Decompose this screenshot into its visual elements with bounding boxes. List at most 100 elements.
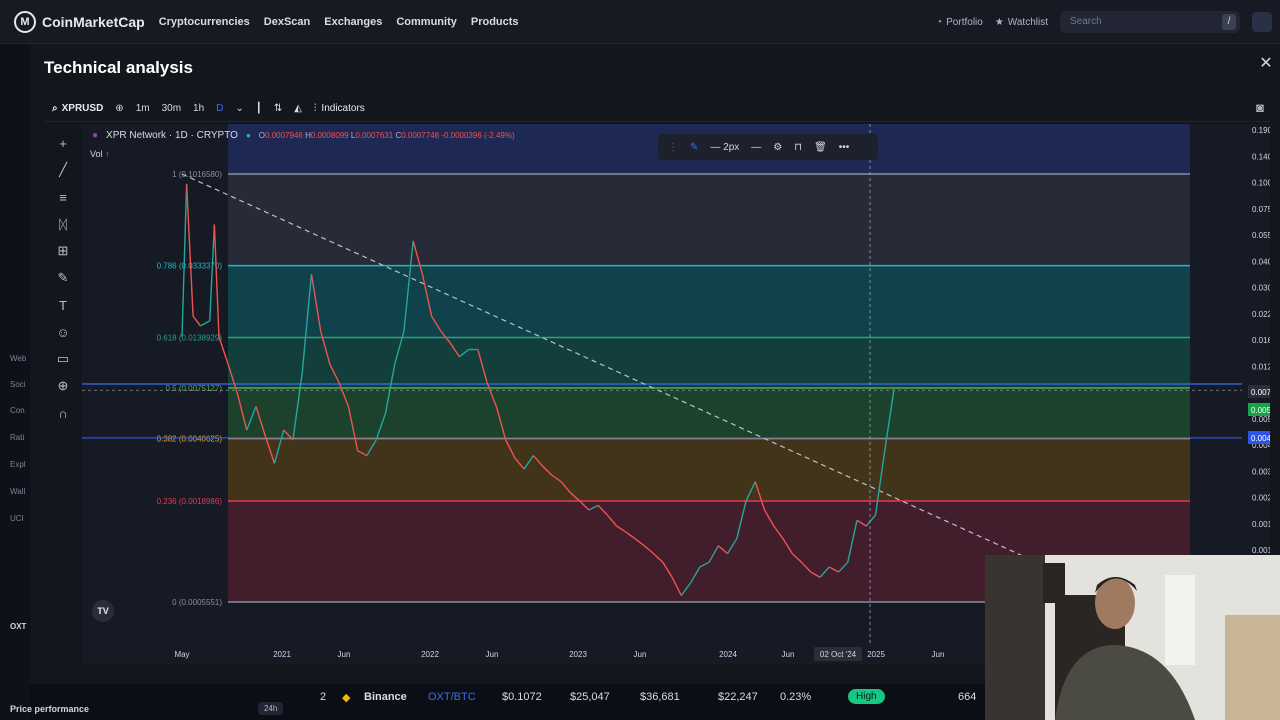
ruler-icon[interactable]: ▭	[54, 350, 72, 368]
menu-button[interactable]	[1252, 12, 1272, 32]
close-icon[interactable]: ✕	[1256, 54, 1276, 74]
nav-link-cryptocurrencies[interactable]: Cryptocurrencies	[159, 16, 250, 28]
bg-sidebar-item: Expl	[10, 460, 26, 469]
camera-icon[interactable]: ◙	[1256, 100, 1264, 115]
brush-icon[interactable]: ✎	[54, 269, 72, 287]
row-volume: $22,247	[718, 691, 758, 703]
range-select[interactable]: 24h	[258, 702, 284, 715]
symbol-search[interactable]: ⌕ XPRUSD	[52, 103, 103, 114]
x-tick-label: 2023	[569, 650, 587, 659]
search-shortcut: /	[1222, 14, 1236, 30]
y-tick-label: 0.1000000	[1252, 179, 1270, 188]
y-tick-label: 0.1900000	[1252, 126, 1270, 135]
pencil-icon[interactable]: ✎	[690, 142, 698, 153]
x-tick-label: 2024	[719, 650, 737, 659]
line-style-icon[interactable]: —	[751, 142, 761, 153]
timeframe-d[interactable]: D	[216, 103, 223, 114]
y-tick-label: 0.0120000	[1252, 362, 1270, 371]
x-tick-label: 2021	[273, 650, 291, 659]
symbol-label: XPRUSD	[61, 103, 104, 114]
x-tick-label: Jun	[782, 650, 795, 659]
portfolio-link[interactable]: ◔ Portfolio	[936, 17, 983, 28]
x-tick-label: Jun	[486, 650, 499, 659]
webcam-image	[985, 555, 1280, 720]
x-tick-label: 2022	[421, 650, 439, 659]
y-tick-label: 0.0025000	[1252, 494, 1270, 503]
fib-level-label: 0.5 (0.0075127)	[166, 384, 223, 393]
drag-handle-icon[interactable]: ⋮	[668, 142, 678, 153]
bg-sidebar-item: Soci	[10, 380, 26, 389]
price-label: 0.0040921	[1251, 434, 1270, 443]
liquidity-badge: High	[848, 689, 885, 704]
fib-level-label: 1 (0.1016580)	[172, 170, 222, 179]
search-input[interactable]: Search /	[1060, 11, 1240, 33]
price-performance-heading: Price performance	[10, 704, 90, 714]
timeframe-1m[interactable]: 1m	[136, 103, 150, 114]
x-tick-label: Jun	[634, 650, 647, 659]
x-tick-label: 02 Oct '24	[820, 650, 857, 659]
x-tick-label: May	[174, 650, 189, 659]
add-symbol-icon[interactable]: ⊕	[115, 103, 123, 114]
tradingview-logo-icon[interactable]: TV	[92, 600, 114, 622]
indicators-button[interactable]: ⫶ Indicators	[314, 103, 365, 114]
y-tick-label: 0.1400000	[1252, 152, 1270, 161]
timeframe-1h[interactable]: 1h	[193, 103, 204, 114]
binance-logo-icon: ◆	[342, 691, 351, 704]
settings-icon[interactable]: ⚙	[773, 142, 782, 153]
zoom-in-icon[interactable]: ⊕	[54, 377, 72, 395]
area-chart-icon[interactable]: ◭	[294, 103, 302, 114]
compare-icon[interactable]: ⇅	[274, 103, 282, 114]
market-status-icon: ●	[245, 131, 251, 140]
trendline-icon[interactable]: ╱	[54, 161, 72, 179]
y-tick-label: 0.0300000	[1252, 284, 1270, 293]
symbol-logo-icon: ●	[92, 130, 99, 141]
nav-link-community[interactable]: Community	[396, 16, 457, 28]
nav-link-dexscan[interactable]: DexScan	[264, 16, 310, 28]
more-icon[interactable]: •••	[839, 142, 850, 153]
ohlc-high: 0.0008099	[310, 131, 349, 140]
y-tick-label: 0.0160000	[1252, 336, 1270, 345]
fib-tool-icon[interactable]: ≡	[54, 188, 72, 206]
chart-toolbar: ⌕ XPRUSD ⊕ 1m 30m 1h D ⌄ ┃ ⇅ ◭ ⫶ Indicator…	[44, 96, 1270, 122]
lock-icon[interactable]: ⊓	[794, 142, 802, 153]
line-width-button[interactable]: — 2px	[710, 142, 739, 153]
fib-level-label: 0.236 (0.0018986)	[157, 497, 223, 506]
y-tick-label: 0.0550000	[1252, 231, 1270, 240]
candle-type-icon[interactable]: ┃	[256, 103, 262, 114]
volume-label: Vol ↑	[90, 149, 110, 159]
magnet-icon[interactable]: ∩	[54, 404, 72, 422]
watchlist-label: Watchlist	[1007, 16, 1048, 28]
nav-right: ◔ Portfolio ★ Watchlist Search /	[936, 0, 1272, 44]
y-tick-label: 0.0220000	[1252, 310, 1270, 319]
ohlc-open: 0.0007946	[265, 131, 303, 140]
watchlist-link[interactable]: ★ Watchlist	[995, 17, 1048, 28]
portfolio-label: Portfolio	[946, 16, 983, 28]
row-pair[interactable]: OXT/BTC	[428, 691, 476, 703]
row-depth-minus: $36,681	[640, 691, 680, 703]
row-exchange[interactable]: Binance	[364, 691, 407, 703]
webcam-overlay	[985, 555, 1280, 720]
crosshair-icon[interactable]: +	[54, 134, 72, 152]
background-sidebar: Web Soci Con Rati Expl Wall UCI OXT	[0, 44, 30, 720]
search-placeholder: Search	[1070, 16, 1102, 27]
projection-icon[interactable]: ⊞	[54, 242, 72, 260]
bg-sidebar-item: Wall	[10, 487, 26, 496]
pattern-icon[interactable]: ᛞ	[54, 215, 72, 233]
vol-hidden-icon[interactable]: ↑	[105, 149, 110, 159]
search-icon: ⌕	[52, 103, 58, 114]
nav-link-exchanges[interactable]: Exchanges	[324, 16, 382, 28]
y-tick-label: 0.0033000	[1252, 467, 1270, 476]
timeframe-30m[interactable]: 30m	[162, 103, 181, 114]
nav-link-products[interactable]: Products	[471, 16, 519, 28]
brand-logo[interactable]: M CoinMarketCap	[14, 10, 145, 33]
fib-level-label: 0.382 (0.0040625)	[157, 435, 223, 444]
fib-zone	[228, 438, 1190, 501]
chevron-down-icon[interactable]: ⌄	[235, 103, 243, 114]
emoji-icon[interactable]: ☺	[54, 323, 72, 341]
drawing-floating-toolbar: ⋮ ✎ — 2px — ⚙ ⊓ 🗑 •••	[658, 134, 878, 160]
text-tool-icon[interactable]: T	[54, 296, 72, 314]
vol-text: Vol	[90, 149, 103, 159]
trash-icon[interactable]: 🗑	[814, 142, 827, 153]
ohlc-close: 0.0007748	[401, 131, 440, 140]
indicators-icon: ⫶	[313, 103, 317, 114]
